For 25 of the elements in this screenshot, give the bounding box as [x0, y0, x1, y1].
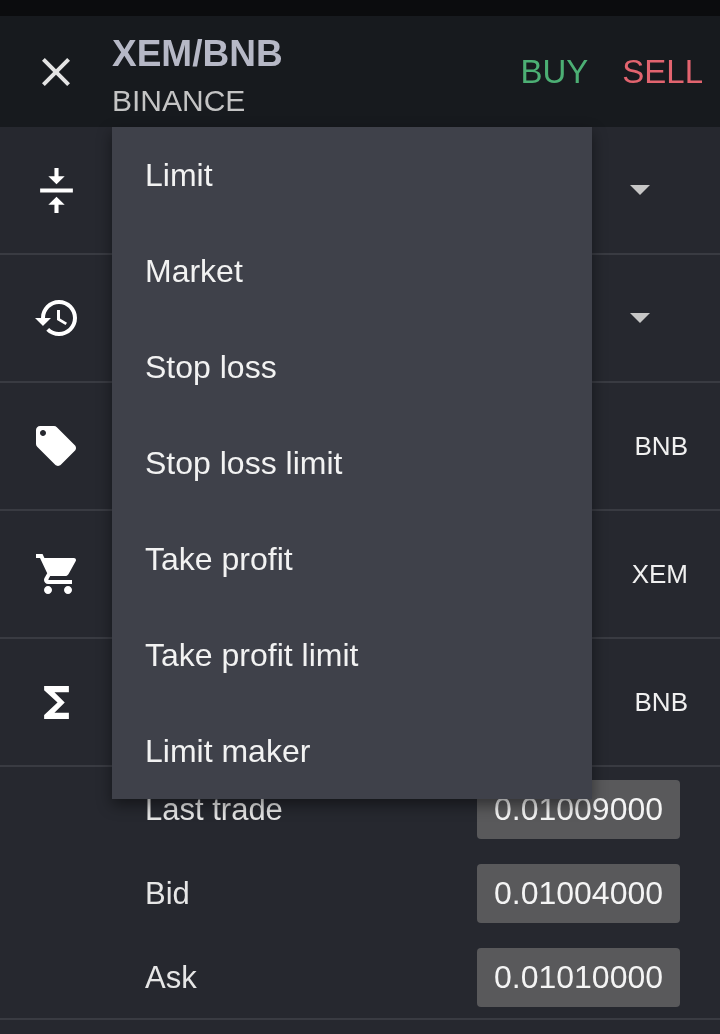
exchange-name: BINANCE	[112, 86, 246, 116]
pair-title: XEM/BNB	[112, 35, 283, 72]
cart-icon	[36, 554, 76, 594]
menu-item[interactable]: Limit	[112, 127, 592, 223]
arrows-to-line-icon	[39, 167, 73, 213]
price-label: Ask	[145, 959, 197, 996]
tag-icon	[36, 426, 76, 466]
dropdown-caret-icon[interactable]	[630, 313, 650, 323]
menu-item[interactable]: Market	[112, 223, 592, 319]
menu-item[interactable]: Take profit	[112, 511, 592, 607]
sigma-icon	[43, 685, 69, 719]
unit-label: BNB	[634, 687, 688, 717]
sell-button[interactable]: SELL	[622, 52, 703, 91]
unit-label: XEM	[631, 559, 688, 589]
history-icon	[35, 300, 77, 336]
dropdown-caret-icon[interactable]	[630, 185, 650, 195]
unit-label: BNB	[634, 431, 688, 461]
price-value-button[interactable]: 0.01004000	[477, 864, 680, 923]
menu-item[interactable]: Stop loss	[112, 319, 592, 415]
close-icon	[42, 57, 70, 86]
price-value-button[interactable]: 0.01010000	[477, 948, 680, 1007]
price-label: Bid	[145, 875, 190, 912]
menu-item[interactable]: Stop loss limit	[112, 415, 592, 511]
buy-button[interactable]: BUY	[520, 52, 589, 91]
menu-item[interactable]: Take profit limit	[112, 607, 592, 703]
